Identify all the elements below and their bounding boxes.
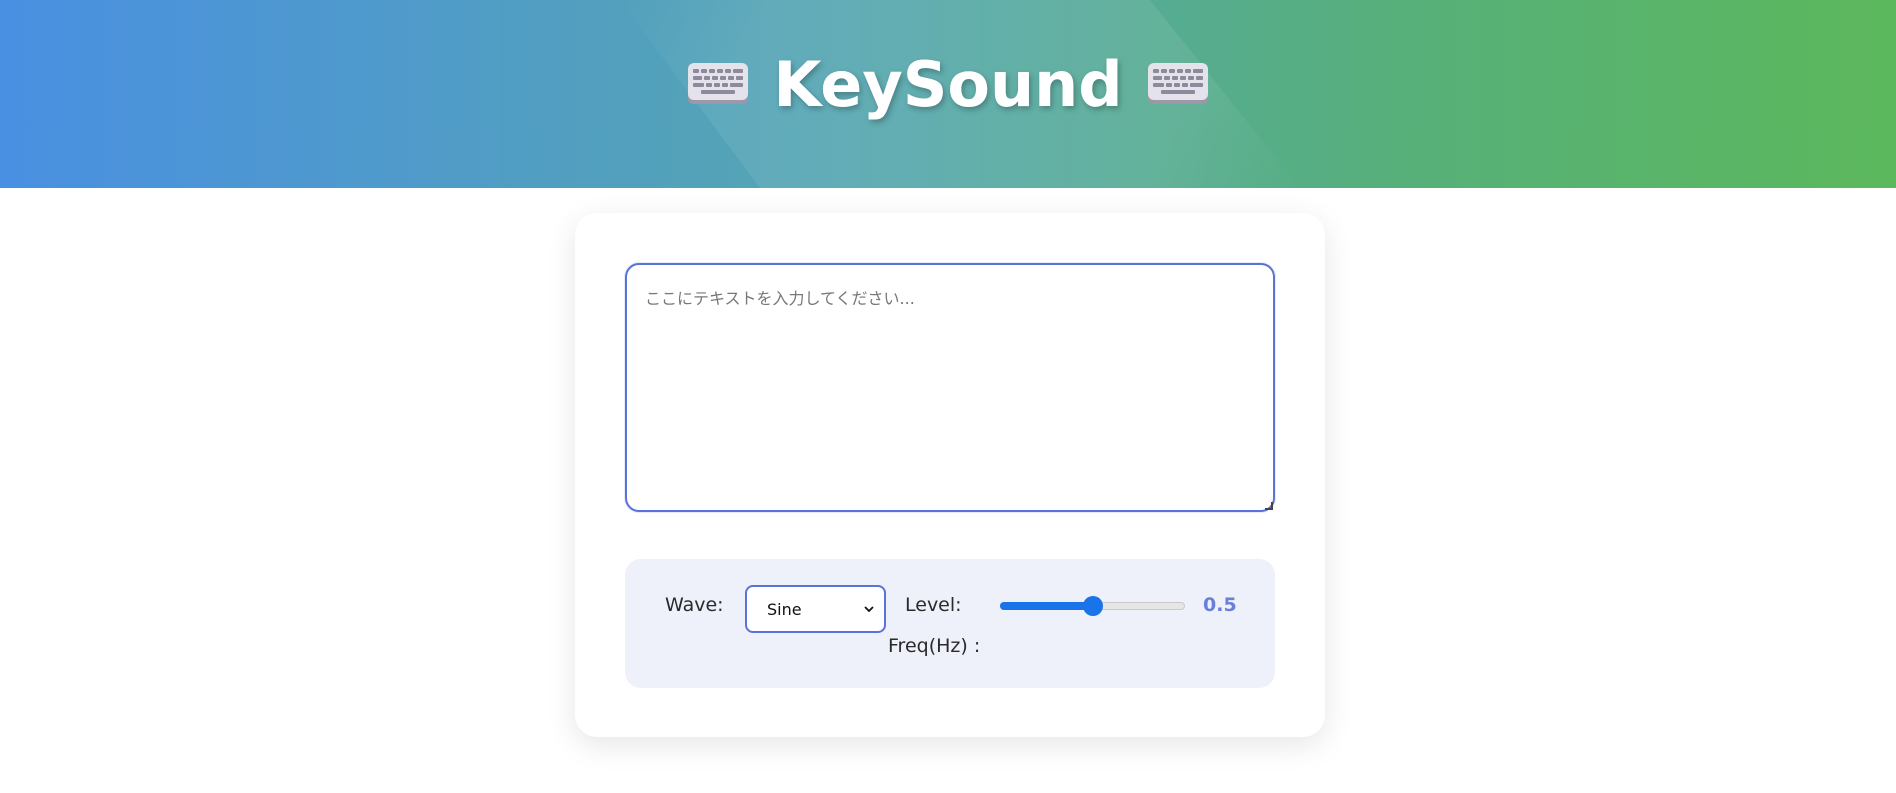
level-slider[interactable] bbox=[1000, 596, 1185, 616]
controls-panel: Wave: Sine Level: 0.5 Freq(Hz) : bbox=[625, 559, 1275, 688]
freq-label: Freq(Hz) : bbox=[888, 635, 981, 657]
page-title: KeySound bbox=[773, 47, 1123, 121]
wave-label: Wave: bbox=[665, 594, 724, 616]
slider-thumb[interactable] bbox=[1082, 596, 1103, 616]
main-card: Wave: Sine Level: 0.5 Freq(Hz) : bbox=[575, 213, 1325, 737]
header-banner: KeySound bbox=[0, 0, 1896, 188]
keyboard-icon bbox=[1147, 63, 1208, 104]
keyboard-icon bbox=[688, 63, 749, 104]
wave-select-value: Sine bbox=[767, 599, 802, 619]
level-label: Level: bbox=[905, 594, 962, 616]
level-value: 0.5 bbox=[1203, 594, 1237, 616]
chevron-down-icon bbox=[864, 606, 874, 613]
title-row: KeySound bbox=[0, 44, 1896, 124]
slider-fill bbox=[1000, 602, 1093, 610]
text-input[interactable] bbox=[625, 263, 1275, 512]
wave-select[interactable]: Sine bbox=[745, 585, 886, 633]
resize-handle[interactable] bbox=[1265, 502, 1273, 510]
